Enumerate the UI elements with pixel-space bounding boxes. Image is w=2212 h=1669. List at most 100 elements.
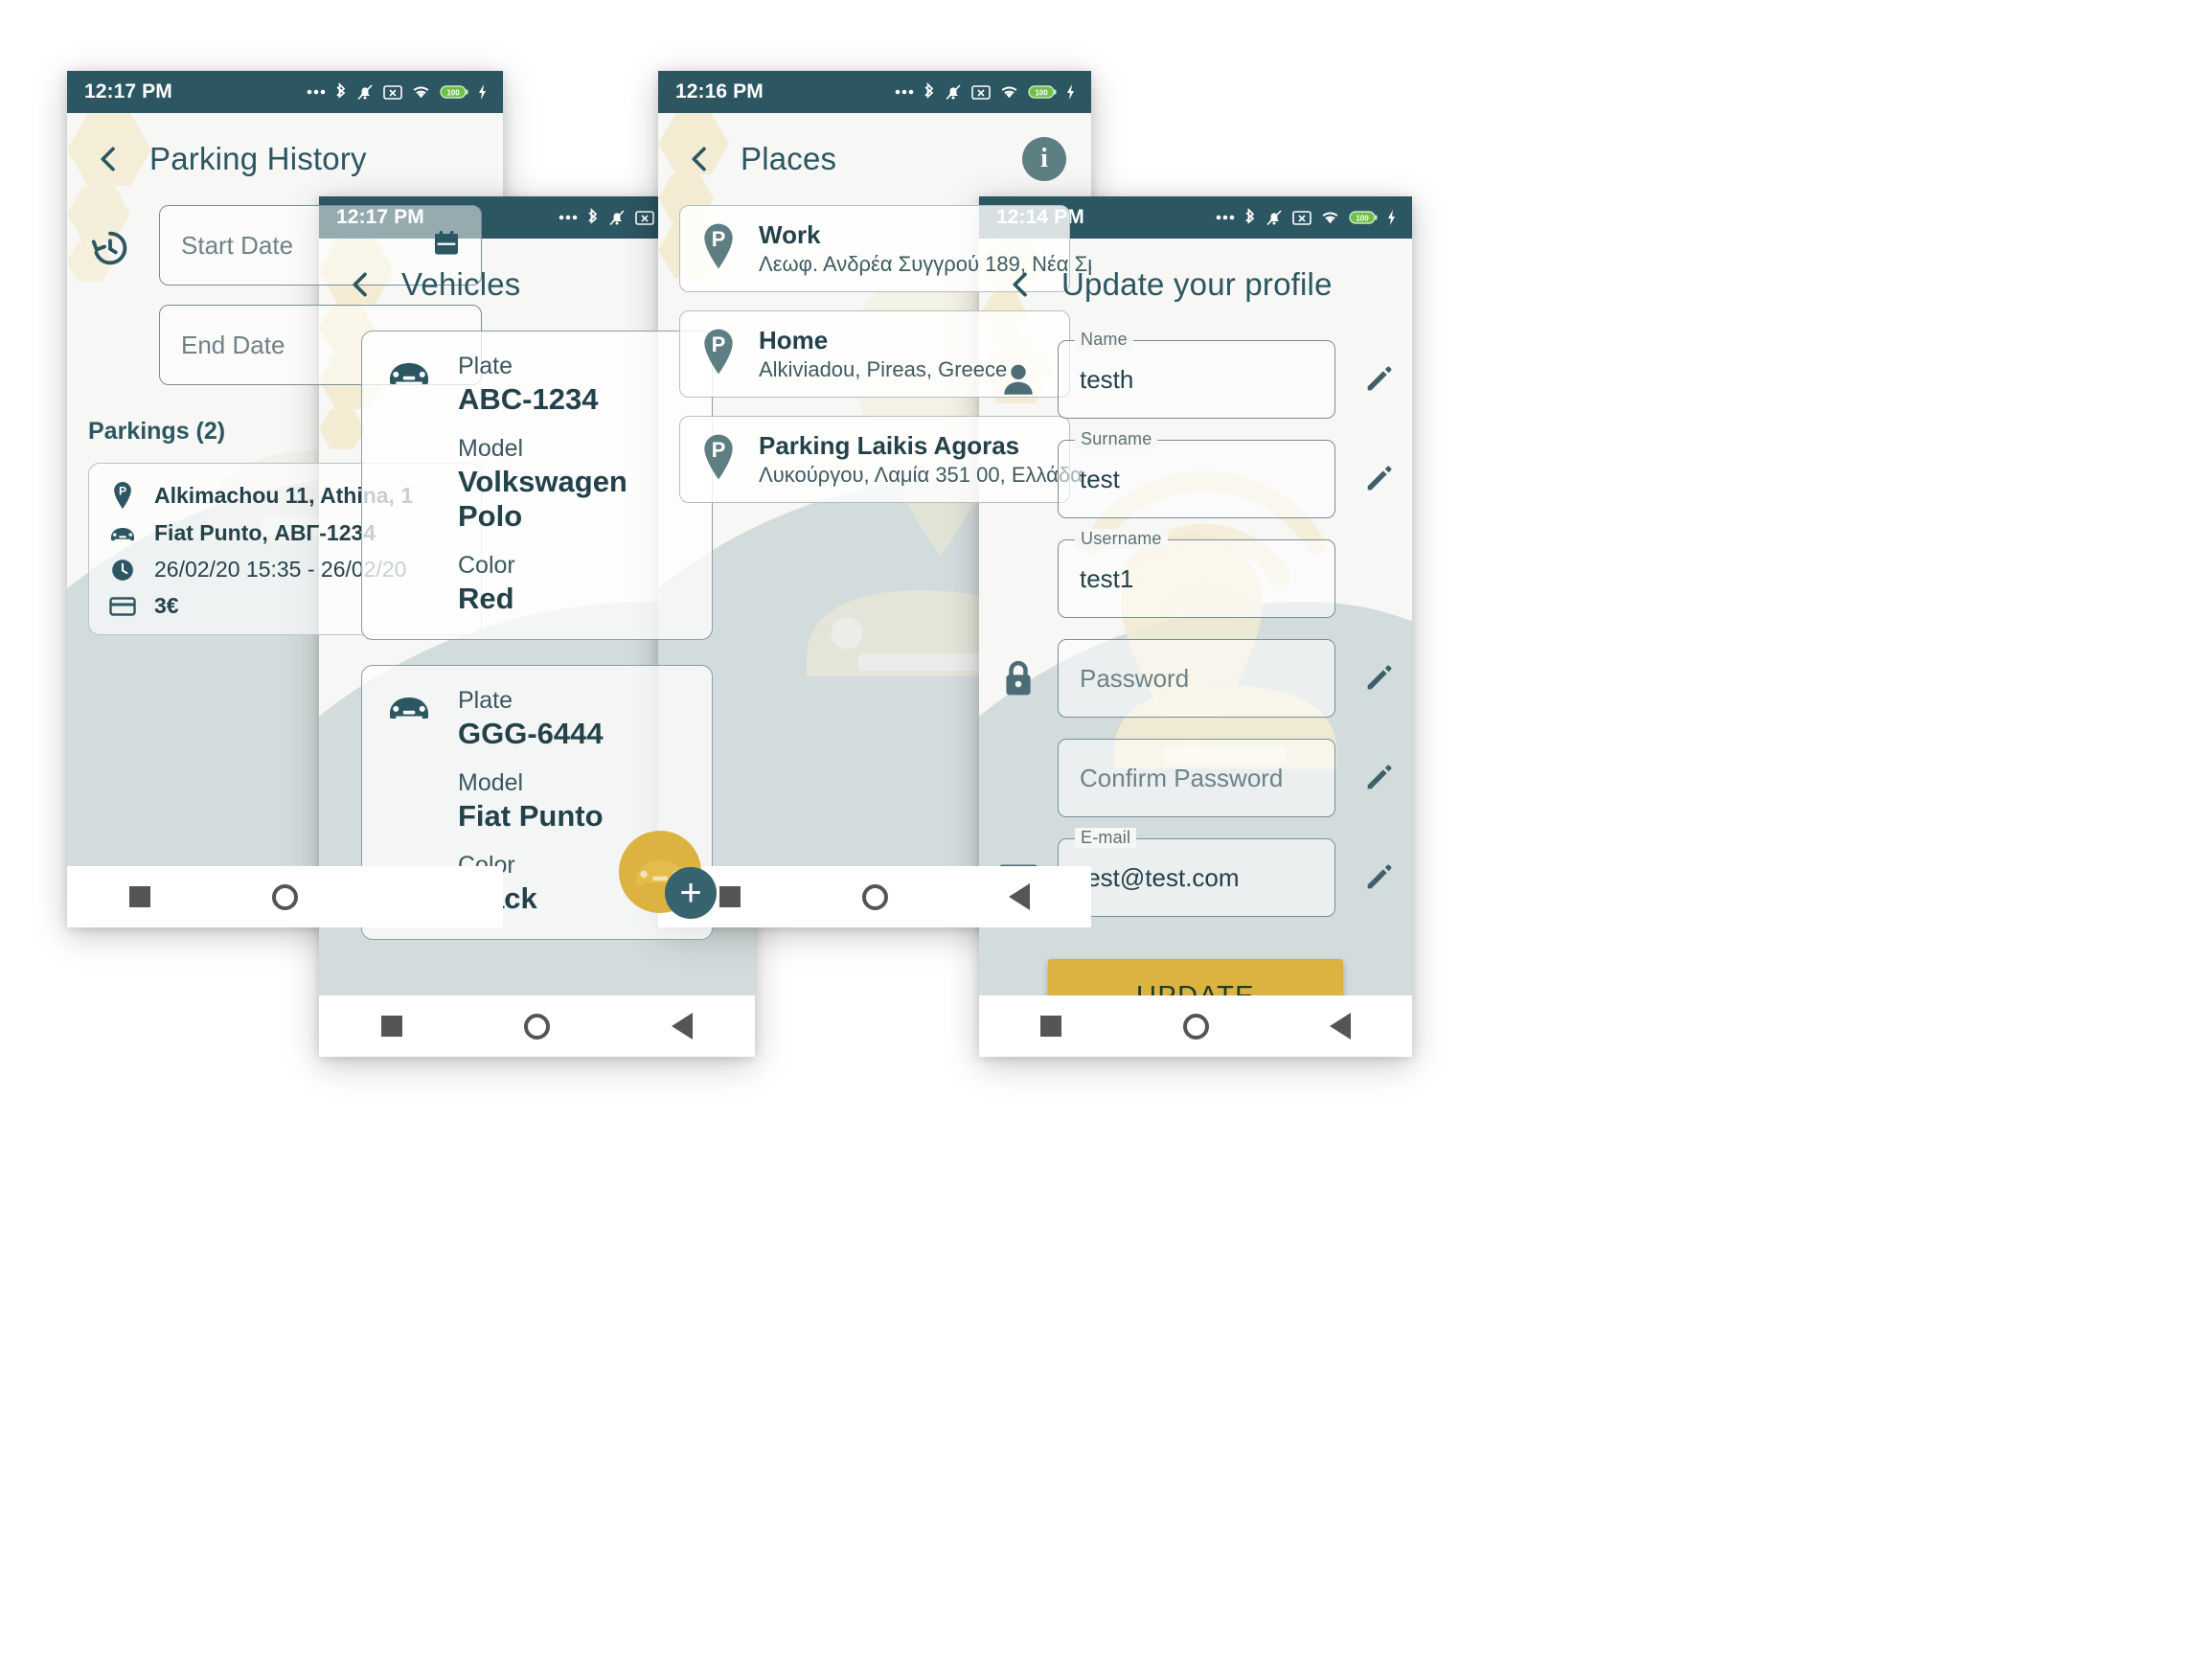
vehicle-plate-value: GGG-6444 <box>458 717 604 750</box>
vehicle-plate-value: ABC-1234 <box>458 382 599 416</box>
surname-value: test <box>1080 464 1120 493</box>
app-bar: Places i <box>658 113 1091 205</box>
parking-pin-icon: P <box>699 328 740 380</box>
svg-text:P: P <box>712 332 726 356</box>
status-icons: 100 <box>307 82 488 102</box>
square-icon <box>380 1016 402 1037</box>
username-edit-spacer <box>1362 562 1395 595</box>
name-value: testh <box>1080 364 1134 394</box>
battery-icon: 100 <box>1028 85 1057 99</box>
profile-field-name: Name testh <box>996 330 1395 419</box>
vehicle-color-value: Red <box>458 582 514 615</box>
car-icon <box>108 524 137 543</box>
parking-pin-icon: P <box>699 222 740 275</box>
sd-card-off-icon <box>635 210 654 225</box>
person-icon <box>996 359 1040 400</box>
wifi-icon <box>1001 86 1017 99</box>
plus-icon[interactable]: + <box>665 867 717 919</box>
pencil-icon[interactable] <box>1362 762 1395 794</box>
wifi-icon <box>1322 212 1338 224</box>
triangle-back-icon <box>1008 883 1030 910</box>
nav-home-button[interactable] <box>465 1013 610 1040</box>
bluetooth-icon <box>1245 208 1255 224</box>
nav-recents-button[interactable] <box>319 1016 465 1037</box>
place-address: Alkiviadou, Pireas, Greece <box>759 356 1008 381</box>
status-bar: 12:16 PM 100 <box>658 71 1091 113</box>
svg-text:100: 100 <box>1356 214 1369 222</box>
vehicle-model-value: Fiat Punto <box>458 799 604 833</box>
update-button[interactable]: UPDATE <box>1048 959 1343 995</box>
triangle-back-icon <box>1329 1013 1351 1040</box>
username-value: test1 <box>1080 563 1134 593</box>
bluetooth-icon <box>924 82 934 99</box>
notifications-muted-icon <box>946 84 961 101</box>
nav-recents-button[interactable] <box>67 886 213 907</box>
pencil-icon[interactable] <box>1362 463 1395 495</box>
info-icon[interactable]: i <box>1022 137 1066 181</box>
circle-icon <box>1182 1013 1209 1040</box>
nav-back-button[interactable] <box>609 1013 755 1040</box>
chevron-left-icon[interactable] <box>683 143 716 175</box>
surname-input[interactable]: Surname test <box>1058 429 1335 518</box>
parking-pin-icon: P <box>699 433 740 486</box>
android-nav-bar <box>979 995 1412 1057</box>
profile-field-username: Username test1 <box>996 529 1395 618</box>
charging-bolt-icon <box>1388 210 1395 225</box>
chevron-left-icon[interactable] <box>92 143 125 175</box>
status-time: 12:17 PM <box>84 80 172 103</box>
email-label: E-mail <box>1075 828 1137 848</box>
nav-back-button[interactable] <box>1267 1013 1412 1040</box>
confirm-password-input[interactable]: Confirm Password <box>1058 739 1335 817</box>
surname-label: Surname <box>1075 429 1158 449</box>
nav-home-button[interactable] <box>213 883 358 910</box>
nav-recents-button[interactable] <box>979 1016 1124 1037</box>
vehicle-color-label: Color <box>458 552 515 579</box>
page-title: Places <box>741 141 837 176</box>
circle-icon <box>861 883 888 910</box>
name-label: Name <box>1075 330 1133 350</box>
vehicle-plate-label: Plate <box>458 353 513 379</box>
svg-text:P: P <box>712 438 726 462</box>
android-nav-bar <box>67 866 503 927</box>
password-placeholder: Password <box>1080 663 1190 693</box>
more-dots-icon <box>1216 215 1235 220</box>
username-label: Username <box>1075 529 1168 549</box>
square-icon <box>1040 1016 1062 1037</box>
sd-card-off-icon <box>1292 210 1311 225</box>
bluetooth-icon <box>336 82 346 99</box>
pencil-icon[interactable] <box>1362 662 1395 695</box>
page-title: Update your profile <box>1061 266 1333 302</box>
chevron-left-icon[interactable] <box>1004 268 1037 301</box>
status-bar: 12:17 PM 100 <box>67 71 503 113</box>
notifications-muted-icon <box>357 84 373 101</box>
charging-bolt-icon <box>479 84 486 100</box>
profile-field-surname: Surname test <box>996 429 1395 518</box>
vehicle-plate-label: Plate <box>458 687 513 714</box>
more-dots-icon <box>895 89 914 95</box>
square-icon <box>719 886 741 907</box>
nav-home-button[interactable] <box>1124 1013 1268 1040</box>
profile-field-password: Password <box>996 639 1395 718</box>
add-vehicle-fab[interactable]: + <box>619 831 717 919</box>
name-input[interactable]: Name testh <box>1058 330 1335 419</box>
end-date-placeholder: End Date <box>181 330 285 359</box>
more-dots-icon <box>307 89 326 95</box>
username-input[interactable]: Username test1 <box>1058 529 1335 618</box>
password-input[interactable]: Password <box>1058 639 1335 718</box>
pencil-icon[interactable] <box>1362 861 1395 894</box>
clock-icon <box>108 558 137 583</box>
circle-icon <box>524 1013 550 1040</box>
nav-home-button[interactable] <box>803 883 947 910</box>
battery-icon: 100 <box>440 85 468 99</box>
email-input[interactable]: E-mail test@test.com <box>1058 828 1335 917</box>
chevron-left-icon[interactable] <box>344 268 376 301</box>
history-icon-wrap <box>88 205 144 404</box>
battery-icon: 100 <box>1349 211 1378 224</box>
screenshot-stage: 12:17 PM 100 Parking History Start Date … <box>0 0 2212 1669</box>
nav-back-button[interactable] <box>946 883 1091 910</box>
status-icons: 100 <box>895 82 1076 102</box>
charging-bolt-icon <box>1067 84 1074 100</box>
pencil-icon[interactable] <box>1362 363 1395 396</box>
sd-card-off-icon <box>971 84 991 100</box>
svg-text:P: P <box>712 227 726 251</box>
